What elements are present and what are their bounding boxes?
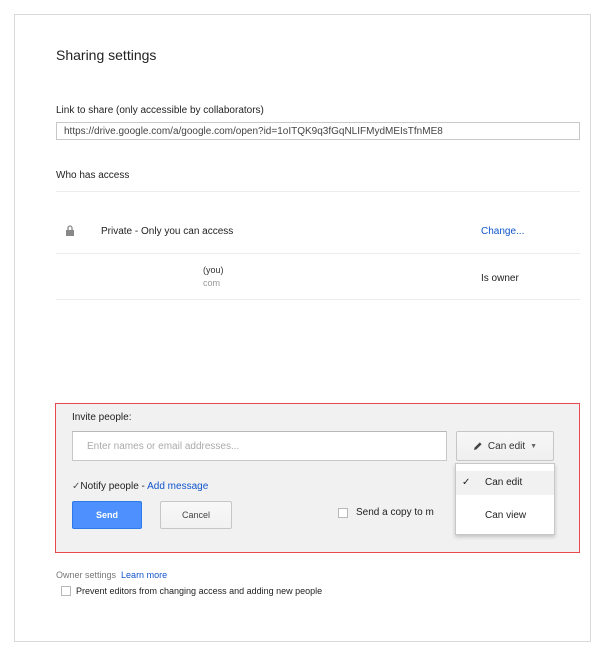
private-access-text: Private - Only you can access — [101, 226, 234, 237]
permission-dropdown-label: Can edit — [487, 440, 526, 452]
chevron-down-icon: ▼ — [530, 442, 538, 450]
send-copy-label: Send a copy to m — [356, 507, 434, 518]
divider — [56, 299, 580, 300]
owner-settings-label: Owner settings Learn more — [56, 570, 167, 580]
who-has-access-label: Who has access — [56, 170, 130, 181]
divider — [56, 253, 580, 254]
notify-people-row: ✓Notify people - Add message — [72, 481, 208, 492]
dialog-title: Sharing settings — [56, 47, 157, 63]
menu-item-can-edit-label: Can edit — [485, 477, 523, 488]
menu-item-can-edit[interactable]: ✓ Can edit — [456, 471, 554, 495]
send-button[interactable]: Send — [72, 501, 142, 529]
menu-item-can-view-label: Can view — [485, 510, 527, 521]
learn-more-link[interactable]: Learn more — [121, 570, 167, 580]
notify-label: Notify people - — [80, 481, 148, 492]
invite-label: Invite people: — [72, 412, 132, 423]
cancel-button[interactable]: Cancel — [160, 501, 232, 529]
owner-settings-text: Owner settings — [56, 570, 117, 580]
checkmark-icon: ✓ — [462, 477, 471, 488]
owner-role: Is owner — [481, 273, 519, 284]
sharing-dialog: Sharing settings Link to share (only acc… — [14, 14, 591, 642]
prevent-editors-label: Prevent editors from changing access and… — [76, 586, 323, 596]
send-copy-checkbox[interactable] — [338, 508, 348, 518]
prevent-editors-checkbox[interactable] — [61, 586, 71, 596]
permission-dropdown[interactable]: Can edit ▼ — [456, 431, 554, 461]
invite-input[interactable]: Enter names or email addresses... — [72, 431, 447, 461]
add-message-link[interactable]: Add message — [147, 481, 208, 492]
lock-icon — [66, 225, 74, 236]
owner-email: com — [203, 278, 221, 288]
menu-item-can-view[interactable]: Can view — [456, 504, 554, 528]
link-label: Link to share (only accessible by collab… — [56, 105, 264, 116]
divider — [56, 191, 580, 192]
change-access-link[interactable]: Change... — [481, 226, 524, 237]
owner-name: (you) — [203, 265, 224, 275]
permission-menu: ✓ Can edit Can view — [455, 463, 555, 535]
pencil-icon — [473, 442, 482, 450]
share-link-field[interactable]: https://drive.google.com/a/google.com/op… — [56, 122, 580, 140]
